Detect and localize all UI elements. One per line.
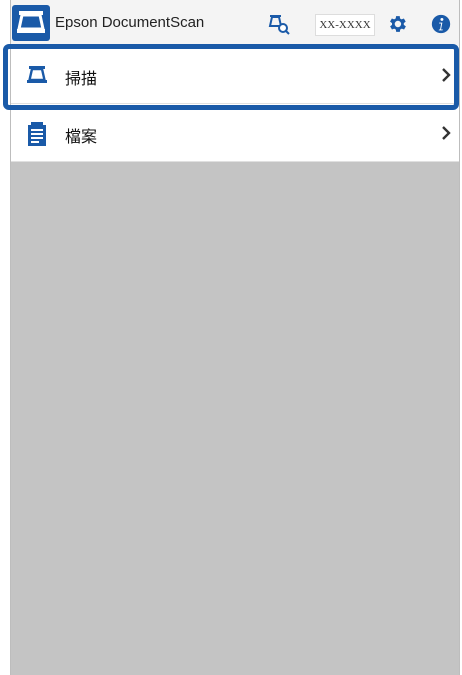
chevron-right-icon — [439, 124, 453, 142]
title-bar: Epson DocumentScan XX-XXXX — [11, 0, 459, 47]
scanner-search-icon[interactable] — [266, 12, 292, 36]
menu-item-label: 檔案 — [65, 129, 98, 146]
app-window: Epson DocumentScan XX-XXXX 掃描 檔案 — [3, 0, 460, 675]
main-menu: 掃描 檔案 — [11, 46, 459, 162]
menu-item-files[interactable]: 檔案 — [11, 104, 459, 162]
app-title: Epson DocumentScan — [55, 14, 205, 31]
document-icon — [25, 121, 49, 146]
scanner-name-button[interactable]: XX-XXXX — [315, 14, 375, 36]
gear-icon[interactable] — [385, 12, 409, 36]
chevron-right-icon — [439, 66, 453, 84]
epson-logo-icon — [11, 4, 51, 42]
menu-item-scan[interactable]: 掃描 — [11, 46, 459, 104]
info-icon[interactable] — [429, 12, 453, 36]
scan-icon — [25, 63, 49, 87]
menu-item-label: 掃描 — [65, 71, 98, 88]
